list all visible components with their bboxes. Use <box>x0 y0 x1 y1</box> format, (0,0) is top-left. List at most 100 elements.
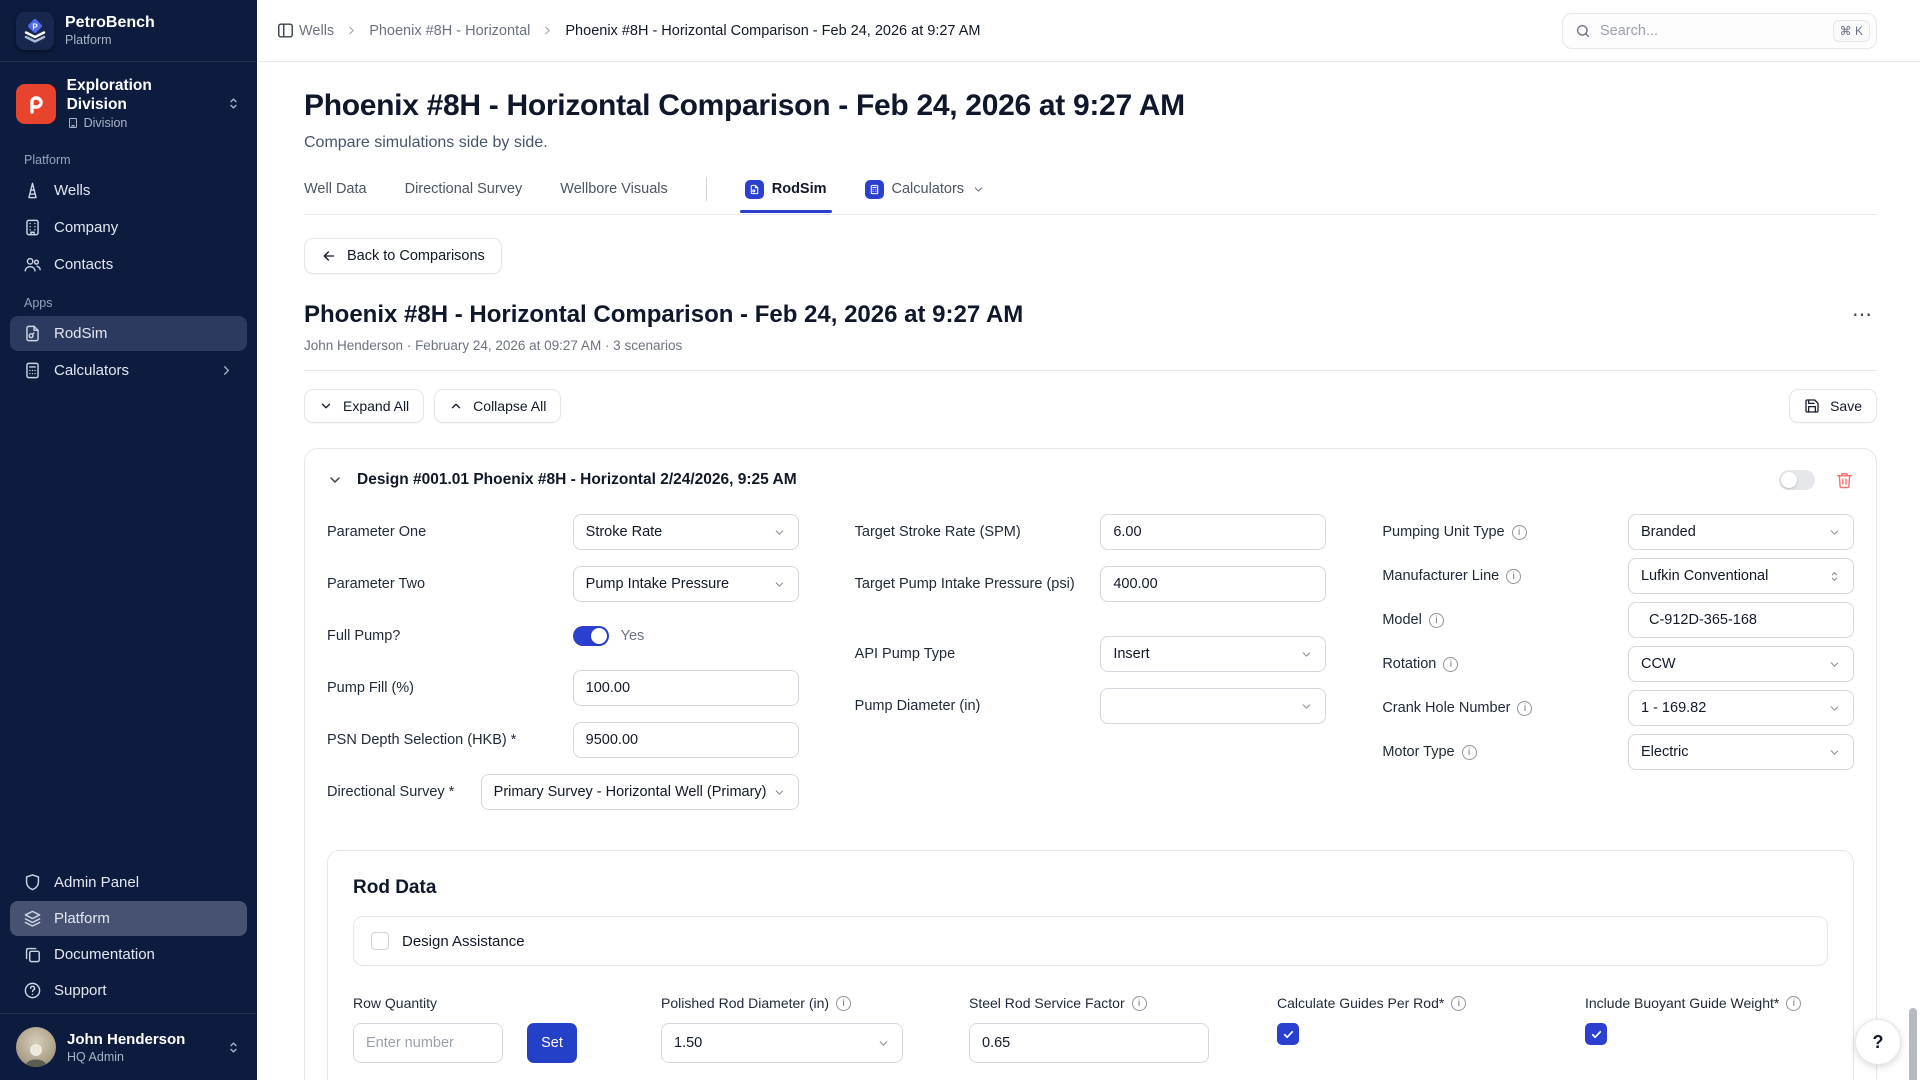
tab-wellbore-visuals[interactable]: Wellbore Visuals <box>560 181 667 210</box>
search-shortcut-badge: ⌘ K <box>1833 20 1870 42</box>
collapse-all-button[interactable]: Collapse All <box>434 389 561 423</box>
steel-rod-service-factor-label: Steel Rod Service Factor <box>969 995 1125 1011</box>
scrollbar-thumb[interactable] <box>1909 1008 1917 1080</box>
save-button[interactable]: Save <box>1789 389 1877 423</box>
sidebar-spacer <box>0 389 257 864</box>
chevron-down-icon <box>1828 746 1841 759</box>
sidebar-item-support[interactable]: Support <box>10 973 247 1008</box>
sidebar-item-label: Wells <box>54 182 90 199</box>
polished-rod-diameter-label: Polished Rod Diameter (in) <box>661 995 829 1011</box>
search-placeholder: Search... <box>1600 23 1824 39</box>
pump-diameter-select[interactable] <box>1100 688 1326 724</box>
sidebar-item-platform[interactable]: Platform <box>10 901 247 936</box>
building-icon <box>23 218 42 237</box>
target-pump-intake-pressure-input[interactable] <box>1100 566 1326 602</box>
search-input[interactable]: Search... ⌘ K <box>1562 13 1877 49</box>
search-icon <box>1575 23 1591 39</box>
collapse-design-chevron-icon[interactable] <box>327 472 343 488</box>
row-quantity-label: Row Quantity <box>353 995 637 1011</box>
parameter-one-select[interactable]: Stroke Rate <box>573 514 799 550</box>
info-icon: i <box>1506 569 1521 584</box>
calculate-guides-checkbox[interactable] <box>1277 1023 1299 1045</box>
trash-icon[interactable] <box>1835 471 1854 490</box>
tab-directional-survey[interactable]: Directional Survey <box>405 181 523 210</box>
full-pump-toggle[interactable] <box>573 626 609 646</box>
steel-rod-service-factor-input[interactable] <box>969 1023 1209 1063</box>
sidebar-item-calculators[interactable]: Calculators <box>10 353 247 388</box>
help-button[interactable]: ? <box>1855 1019 1901 1065</box>
tab-rodsim[interactable]: RodSim <box>745 180 827 212</box>
sidebar-item-label: Contacts <box>54 256 113 273</box>
pumping-unit-type-select[interactable]: Branded <box>1628 514 1854 550</box>
polished-rod-diameter-select[interactable]: 1.50 <box>661 1023 903 1063</box>
save-icon <box>1804 398 1820 414</box>
org-switcher[interactable]: Exploration Division Division <box>0 62 257 140</box>
layers-icon <box>23 909 42 928</box>
user-menu[interactable]: John Henderson HQ Admin <box>0 1013 257 1080</box>
chevron-down-icon <box>319 399 333 413</box>
field-label: API Pump Type <box>855 646 955 662</box>
section-label-apps: Apps <box>0 283 257 315</box>
info-icon: i <box>1443 657 1458 672</box>
tab-well-data[interactable]: Well Data <box>304 181 367 210</box>
svg-text:P: P <box>32 22 38 31</box>
expand-all-button[interactable]: Expand All <box>304 389 424 423</box>
field-label: Pumping Unit Type <box>1382 524 1504 540</box>
sidebar-item-admin-panel[interactable]: Admin Panel <box>10 865 247 900</box>
info-icon: i <box>1429 613 1444 628</box>
info-icon: i <box>1462 745 1477 760</box>
parameter-two-select[interactable]: Pump Intake Pressure <box>573 566 799 602</box>
psn-depth-input[interactable] <box>573 722 799 758</box>
set-button[interactable]: Set <box>527 1023 577 1063</box>
breadcrumb-wells[interactable]: Wells <box>299 23 334 39</box>
design-enabled-toggle[interactable] <box>1779 470 1815 490</box>
pump-fill-input[interactable] <box>573 670 799 706</box>
rod-data-section: Rod Data Design Assistance Row Quantity … <box>327 850 1854 1080</box>
sidebar-item-contacts[interactable]: Contacts <box>10 247 247 282</box>
api-pump-type-select[interactable]: Insert <box>1100 636 1326 672</box>
rotation-select[interactable]: CCW <box>1628 646 1854 682</box>
chevron-right-icon <box>219 363 234 378</box>
info-icon: i <box>1512 525 1527 540</box>
motor-type-select[interactable]: Electric <box>1628 734 1854 770</box>
tab-calculators[interactable]: Calculators <box>865 180 986 212</box>
design-assistance-checkbox[interactable] <box>371 932 389 950</box>
field-label: Manufacturer Line <box>1382 568 1499 584</box>
sidebar-item-documentation[interactable]: Documentation <box>10 937 247 972</box>
user-role: HQ Admin <box>67 1050 185 1064</box>
back-to-comparisons-button[interactable]: Back to Comparisons <box>304 238 502 274</box>
chevron-up-icon <box>449 399 463 413</box>
breadcrumb-well[interactable]: Phoenix #8H - Horizontal <box>369 23 530 39</box>
field-label: Rotation <box>1382 656 1436 672</box>
avatar <box>16 1027 56 1067</box>
comparison-heading: Phoenix #8H - Horizontal Comparison - Fe… <box>304 301 1023 329</box>
row-quantity-input[interactable] <box>353 1023 503 1063</box>
chevron-down-icon <box>1300 700 1313 713</box>
more-options-button[interactable]: ⋯ <box>1848 301 1877 329</box>
field-label: Crank Hole Number <box>1382 700 1510 716</box>
crank-hole-number-select[interactable]: 1 - 169.82 <box>1628 690 1854 726</box>
sidebar-item-company[interactable]: Company <box>10 210 247 245</box>
model-input[interactable] <box>1628 602 1854 638</box>
contacts-icon <box>23 255 42 274</box>
docs-icon <box>23 945 42 964</box>
chevrons-up-down-icon <box>226 96 241 111</box>
info-icon: i <box>1132 996 1147 1011</box>
info-icon: i <box>1786 996 1801 1011</box>
app-name: PetroBench <box>65 14 155 32</box>
directional-survey-select[interactable]: Primary Survey - Horizontal Well (Primar… <box>481 774 799 810</box>
app-header[interactable]: P PetroBench Platform <box>0 0 257 62</box>
org-type-label: Division <box>84 116 128 130</box>
panel-left-icon[interactable] <box>276 21 295 40</box>
buoyant-guide-weight-checkbox[interactable] <box>1585 1023 1607 1045</box>
page-subtitle: Compare simulations side by side. <box>304 134 1877 152</box>
manufacturer-line-select[interactable]: Lufkin Conventional <box>1628 558 1854 594</box>
sidebar-item-rodsim[interactable]: RodSim <box>10 316 247 351</box>
target-stroke-rate-input[interactable] <box>1100 514 1326 550</box>
chevron-down-icon <box>972 183 985 196</box>
divider <box>304 370 1877 371</box>
sidebar-item-wells[interactable]: Wells <box>10 173 247 208</box>
field-label: Pump Fill (%) <box>327 680 414 696</box>
calculator-icon <box>23 361 42 380</box>
rodsim-tab-icon <box>745 180 764 199</box>
